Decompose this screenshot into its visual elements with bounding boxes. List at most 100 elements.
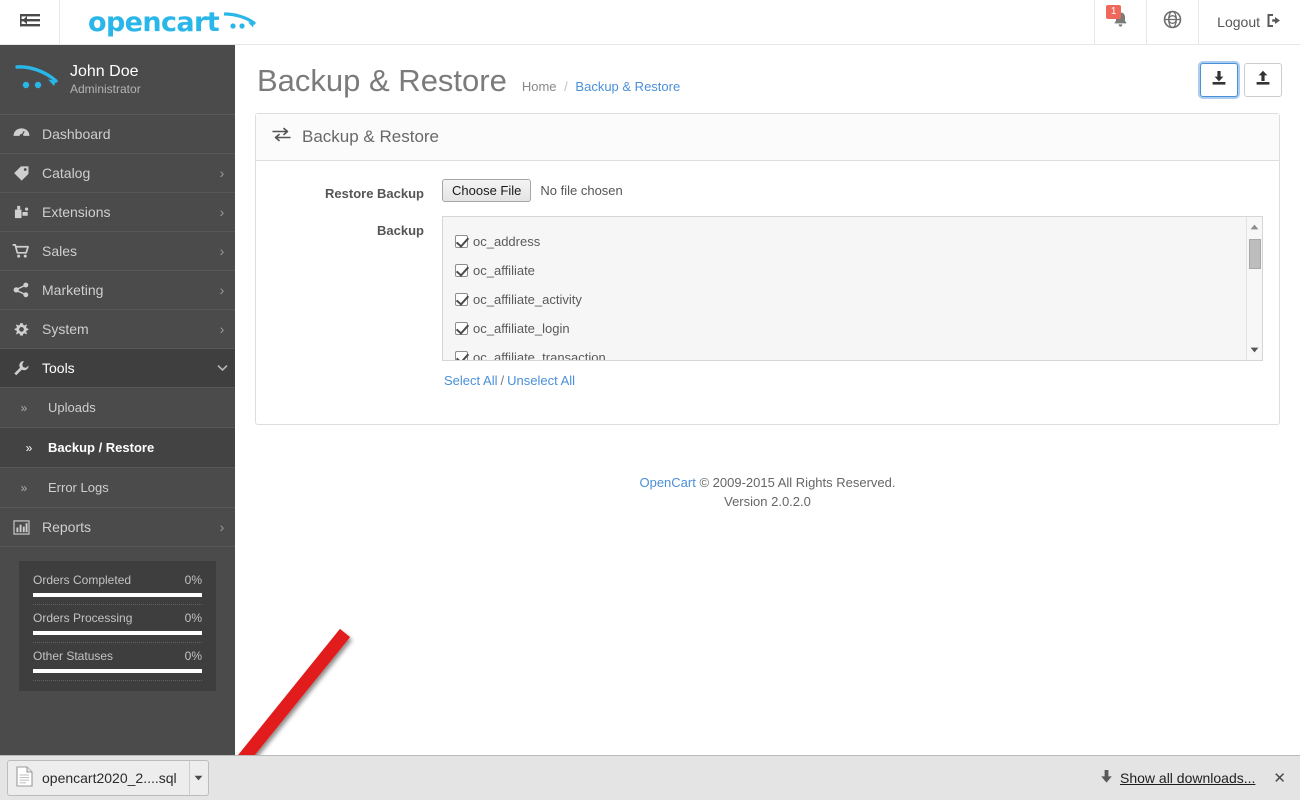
notifications-button[interactable]: 1 [1094,0,1146,44]
language-button[interactable] [1146,0,1198,44]
sign-out-icon [1266,13,1282,31]
sidebar-item-dashboard[interactable]: Dashboard [0,115,235,154]
sidebar-item-extensions[interactable]: Extensions › [0,193,235,232]
file-status-text: No file chosen [540,183,622,198]
footer-brand-link[interactable]: OpenCart [639,475,695,490]
sidebar-label-reports: Reports [42,519,209,535]
select-links: Select All/Unselect All [442,373,1263,388]
checkbox-checked-icon[interactable] [455,293,468,306]
breadcrumb-current[interactable]: Backup & Restore [575,79,680,94]
sidebar-label-marketing: Marketing [42,282,209,298]
table-name: oc_affiliate_login [473,321,570,336]
footer-version: Version 2.0.2.0 [235,492,1300,511]
list-item[interactable]: oc_affiliate_activity [455,285,1250,314]
backup-tables-row: Backup oc_address oc_affiliate [272,216,1263,388]
select-all-link[interactable]: Select All [444,373,497,388]
opencart-cart-icon [224,10,258,37]
checkbox-checked-icon[interactable] [455,264,468,277]
sidebar-label-tools: Tools [42,360,209,376]
header-spacer [258,0,1094,44]
sidebar-item-system[interactable]: System › [0,310,235,349]
sidebar-item-tools[interactable]: Tools [0,349,235,388]
close-icon: ✕ [1273,770,1286,787]
table-name: oc_affiliate_activity [473,292,582,307]
panel-title: Backup & Restore [302,127,439,147]
download-file-name: opencart2020_2....sql [42,770,177,786]
close-downloads-bar-button[interactable]: ✕ [1271,769,1288,787]
top-header: opencart 1 [0,0,1300,45]
main-content: Backup & Restore Home / Backup & Restore [235,45,1300,755]
table-name: oc_affiliate_transaction [473,350,606,361]
sidebar-toggle-button[interactable] [0,0,60,44]
sidebar-label-catalog: Catalog [42,165,209,181]
scrollbar-thumb[interactable] [1249,239,1261,269]
panel-header: Backup & Restore [256,114,1279,161]
list-item[interactable]: oc_affiliate_transaction [455,343,1250,361]
sidebar-label-error-logs: Error Logs [48,480,109,495]
stat-percent: 0% [185,611,202,625]
show-all-downloads-label: Show all downloads... [1120,770,1255,786]
sidebar-item-backup-restore[interactable]: » Backup / Restore [0,428,235,468]
download-arrow-icon [1100,769,1113,787]
export-button[interactable] [1200,63,1238,97]
list-scrollbar[interactable] [1246,217,1262,360]
sidebar: John Doe Administrator Dashboard [0,45,235,755]
stat-progress-bar [33,631,202,635]
backup-table-list-inner: oc_address oc_affiliate oc_affiliate_act… [443,217,1262,361]
breadcrumb-home[interactable]: Home [522,79,557,94]
page-header: Backup & Restore Home / Backup & Restore [235,45,1300,113]
sidebar-item-marketing[interactable]: Marketing › [0,271,235,310]
stat-head: Orders Processing 0% [33,611,202,625]
double-chevron-icon: » [0,481,48,495]
scroll-down-icon[interactable] [1247,342,1262,358]
chevron-down-icon [209,364,235,372]
download-menu-button[interactable] [189,761,208,795]
download-item[interactable]: opencart2020_2....sql [7,760,209,796]
checkbox-checked-icon[interactable] [455,351,468,361]
sidebar-item-sales[interactable]: Sales › [0,232,235,271]
import-button[interactable] [1244,63,1282,97]
wrench-icon [0,360,42,376]
checkbox-checked-icon[interactable] [455,235,468,248]
profile-name: John Doe [70,62,141,81]
file-input[interactable]: Choose File No file chosen [442,179,1263,202]
sidebar-item-uploads[interactable]: » Uploads [0,388,235,428]
stat-label: Orders Processing [33,611,132,625]
sidebar-item-catalog[interactable]: Catalog › [0,154,235,193]
backup-field: oc_address oc_affiliate oc_affiliate_act… [442,216,1263,388]
logout-label: Logout [1217,14,1260,30]
double-chevron-icon: » [0,401,48,415]
brand-logo[interactable]: opencart [60,0,258,44]
list-item[interactable]: oc_address [455,227,1250,256]
chevron-right-icon: › [209,519,235,535]
list-item[interactable]: oc_affiliate_login [455,314,1250,343]
stat-row: Orders Completed 0% [33,573,202,605]
exchange-icon [272,127,291,147]
user-profile[interactable]: John Doe Administrator [0,45,235,115]
checkbox-checked-icon[interactable] [455,322,468,335]
sidebar-label-system: System [42,321,209,337]
download-item-main[interactable]: opencart2020_2....sql [8,761,189,795]
gear-icon [0,321,42,338]
scroll-up-icon[interactable] [1247,219,1262,235]
stat-label: Orders Completed [33,573,131,587]
page-actions [1200,63,1282,97]
unselect-all-link[interactable]: Unselect All [507,373,575,388]
chevron-right-icon: › [209,204,235,220]
logout-button[interactable]: Logout [1198,0,1300,44]
stat-label: Other Statuses [33,649,113,663]
sidebar-item-reports[interactable]: Reports › [0,508,235,547]
restore-backup-row: Restore Backup Choose File No file chose… [272,179,1263,202]
sidebar-item-error-logs[interactable]: » Error Logs [0,468,235,508]
stat-head: Other Statuses 0% [33,649,202,663]
sidebar-label-dashboard: Dashboard [42,126,209,142]
links-separator: / [500,373,504,388]
backup-table-list[interactable]: oc_address oc_affiliate oc_affiliate_act… [442,216,1263,361]
footer: OpenCart © 2009-2015 All Rights Reserved… [235,473,1300,511]
backup-restore-panel: Backup & Restore Restore Backup Choose F… [255,113,1280,425]
choose-file-button[interactable]: Choose File [442,179,531,202]
chevron-right-icon: › [209,282,235,298]
show-all-downloads-button[interactable]: Show all downloads... [1100,769,1255,787]
order-stats-panel: Orders Completed 0% Orders Processing 0%… [19,561,216,691]
list-item[interactable]: oc_affiliate [455,256,1250,285]
